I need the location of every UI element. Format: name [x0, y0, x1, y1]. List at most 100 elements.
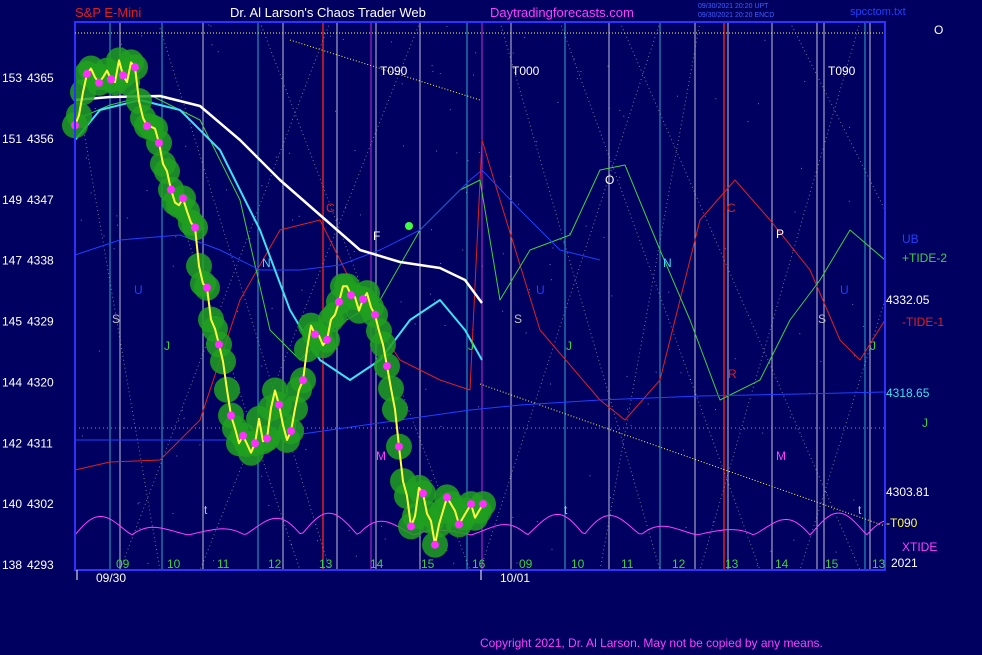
star: [852, 303, 854, 305]
star: [141, 35, 143, 37]
star: [536, 141, 538, 143]
star: [799, 333, 801, 335]
star: [138, 502, 140, 504]
price-dot: [371, 310, 379, 319]
star: [680, 372, 682, 374]
star: [126, 217, 128, 219]
star: [715, 409, 716, 410]
star: [172, 265, 174, 267]
y-tick-price: 4302: [27, 497, 54, 511]
x-hour-label: 10: [167, 557, 181, 571]
star: [432, 70, 434, 72]
star: [403, 145, 404, 147]
star: [528, 289, 530, 291]
x-hour-label: 12: [672, 557, 686, 571]
x-hour-label: 11: [217, 557, 230, 571]
vline-tag: T090: [380, 64, 408, 78]
star: [825, 492, 827, 494]
star: [453, 562, 455, 564]
marker-label: U: [840, 283, 849, 297]
price-dot: [215, 340, 223, 349]
star: [551, 548, 553, 550]
star: [225, 189, 227, 191]
label-t090: -T090: [886, 516, 918, 530]
y-tick-points: 144: [2, 375, 22, 389]
marker-label: C: [326, 201, 335, 215]
price-dot: [311, 330, 319, 339]
star: [335, 110, 336, 112]
star: [400, 301, 402, 303]
star: [623, 115, 625, 117]
star: [434, 299, 435, 301]
star: [268, 505, 270, 506]
price-dot: [287, 427, 295, 436]
star: [355, 555, 357, 557]
star: [354, 150, 356, 152]
star: [603, 236, 605, 238]
marker-label: J: [164, 339, 170, 353]
marker-label: J: [870, 339, 876, 353]
star: [146, 190, 148, 192]
star: [116, 224, 118, 226]
price-dot: [191, 223, 199, 232]
site-link[interactable]: Daytradingforecasts.com: [490, 5, 634, 20]
y-tick-points: 151: [2, 132, 22, 146]
star: [210, 25, 212, 27]
star: [512, 52, 514, 54]
x-date-label: 10/01: [500, 571, 530, 585]
star: [573, 58, 575, 60]
price-dot: [335, 297, 343, 306]
star: [345, 206, 347, 208]
marker-label: S: [818, 312, 826, 326]
label-tide1: -TIDE-1: [902, 315, 944, 329]
label-price-a: 4332.05: [886, 293, 930, 307]
publisher-title: Dr. Al Larson's Chaos Trader Web: [230, 5, 426, 20]
star: [467, 160, 469, 162]
star: [820, 360, 822, 362]
star: [611, 295, 613, 297]
star: [462, 249, 464, 251]
star: [685, 527, 687, 528]
star: [764, 39, 766, 41]
star: [626, 375, 628, 377]
star: [342, 39, 344, 40]
star: [353, 250, 355, 252]
marker-label: S: [112, 312, 120, 326]
star: [756, 565, 758, 567]
x-hour-label: 11: [621, 557, 634, 571]
label-year: 2021: [891, 556, 918, 570]
star: [835, 551, 837, 553]
star: [275, 156, 277, 158]
star: [440, 425, 442, 427]
star: [213, 560, 214, 562]
marker-label: N: [262, 256, 271, 270]
x-date-label: 09/30: [96, 571, 126, 585]
price-dot: [479, 500, 487, 509]
star: [619, 109, 621, 111]
star: [536, 521, 538, 522]
file-name: spcctom.txt: [850, 6, 906, 18]
star: [90, 192, 92, 194]
marker-label: J: [468, 339, 474, 353]
marker-label: O: [605, 173, 614, 187]
label-price-c: 4303.81: [886, 485, 930, 499]
star: [676, 95, 678, 97]
y-tick-points: 147: [2, 254, 22, 268]
star: [762, 432, 764, 434]
price-dot: [431, 540, 439, 549]
star: [139, 527, 141, 529]
star: [183, 417, 185, 419]
price-dot: [95, 78, 103, 87]
star: [560, 239, 562, 241]
x-hour-label: 14: [775, 557, 789, 571]
star: [359, 214, 361, 216]
star: [627, 408, 629, 410]
star: [288, 152, 290, 154]
star: [550, 383, 551, 385]
y-tick-points: 153: [2, 71, 22, 85]
star: [770, 550, 772, 552]
instrument-title: S&P E-Mini: [75, 5, 141, 20]
star: [444, 325, 446, 326]
star: [298, 215, 300, 217]
star: [525, 332, 527, 334]
